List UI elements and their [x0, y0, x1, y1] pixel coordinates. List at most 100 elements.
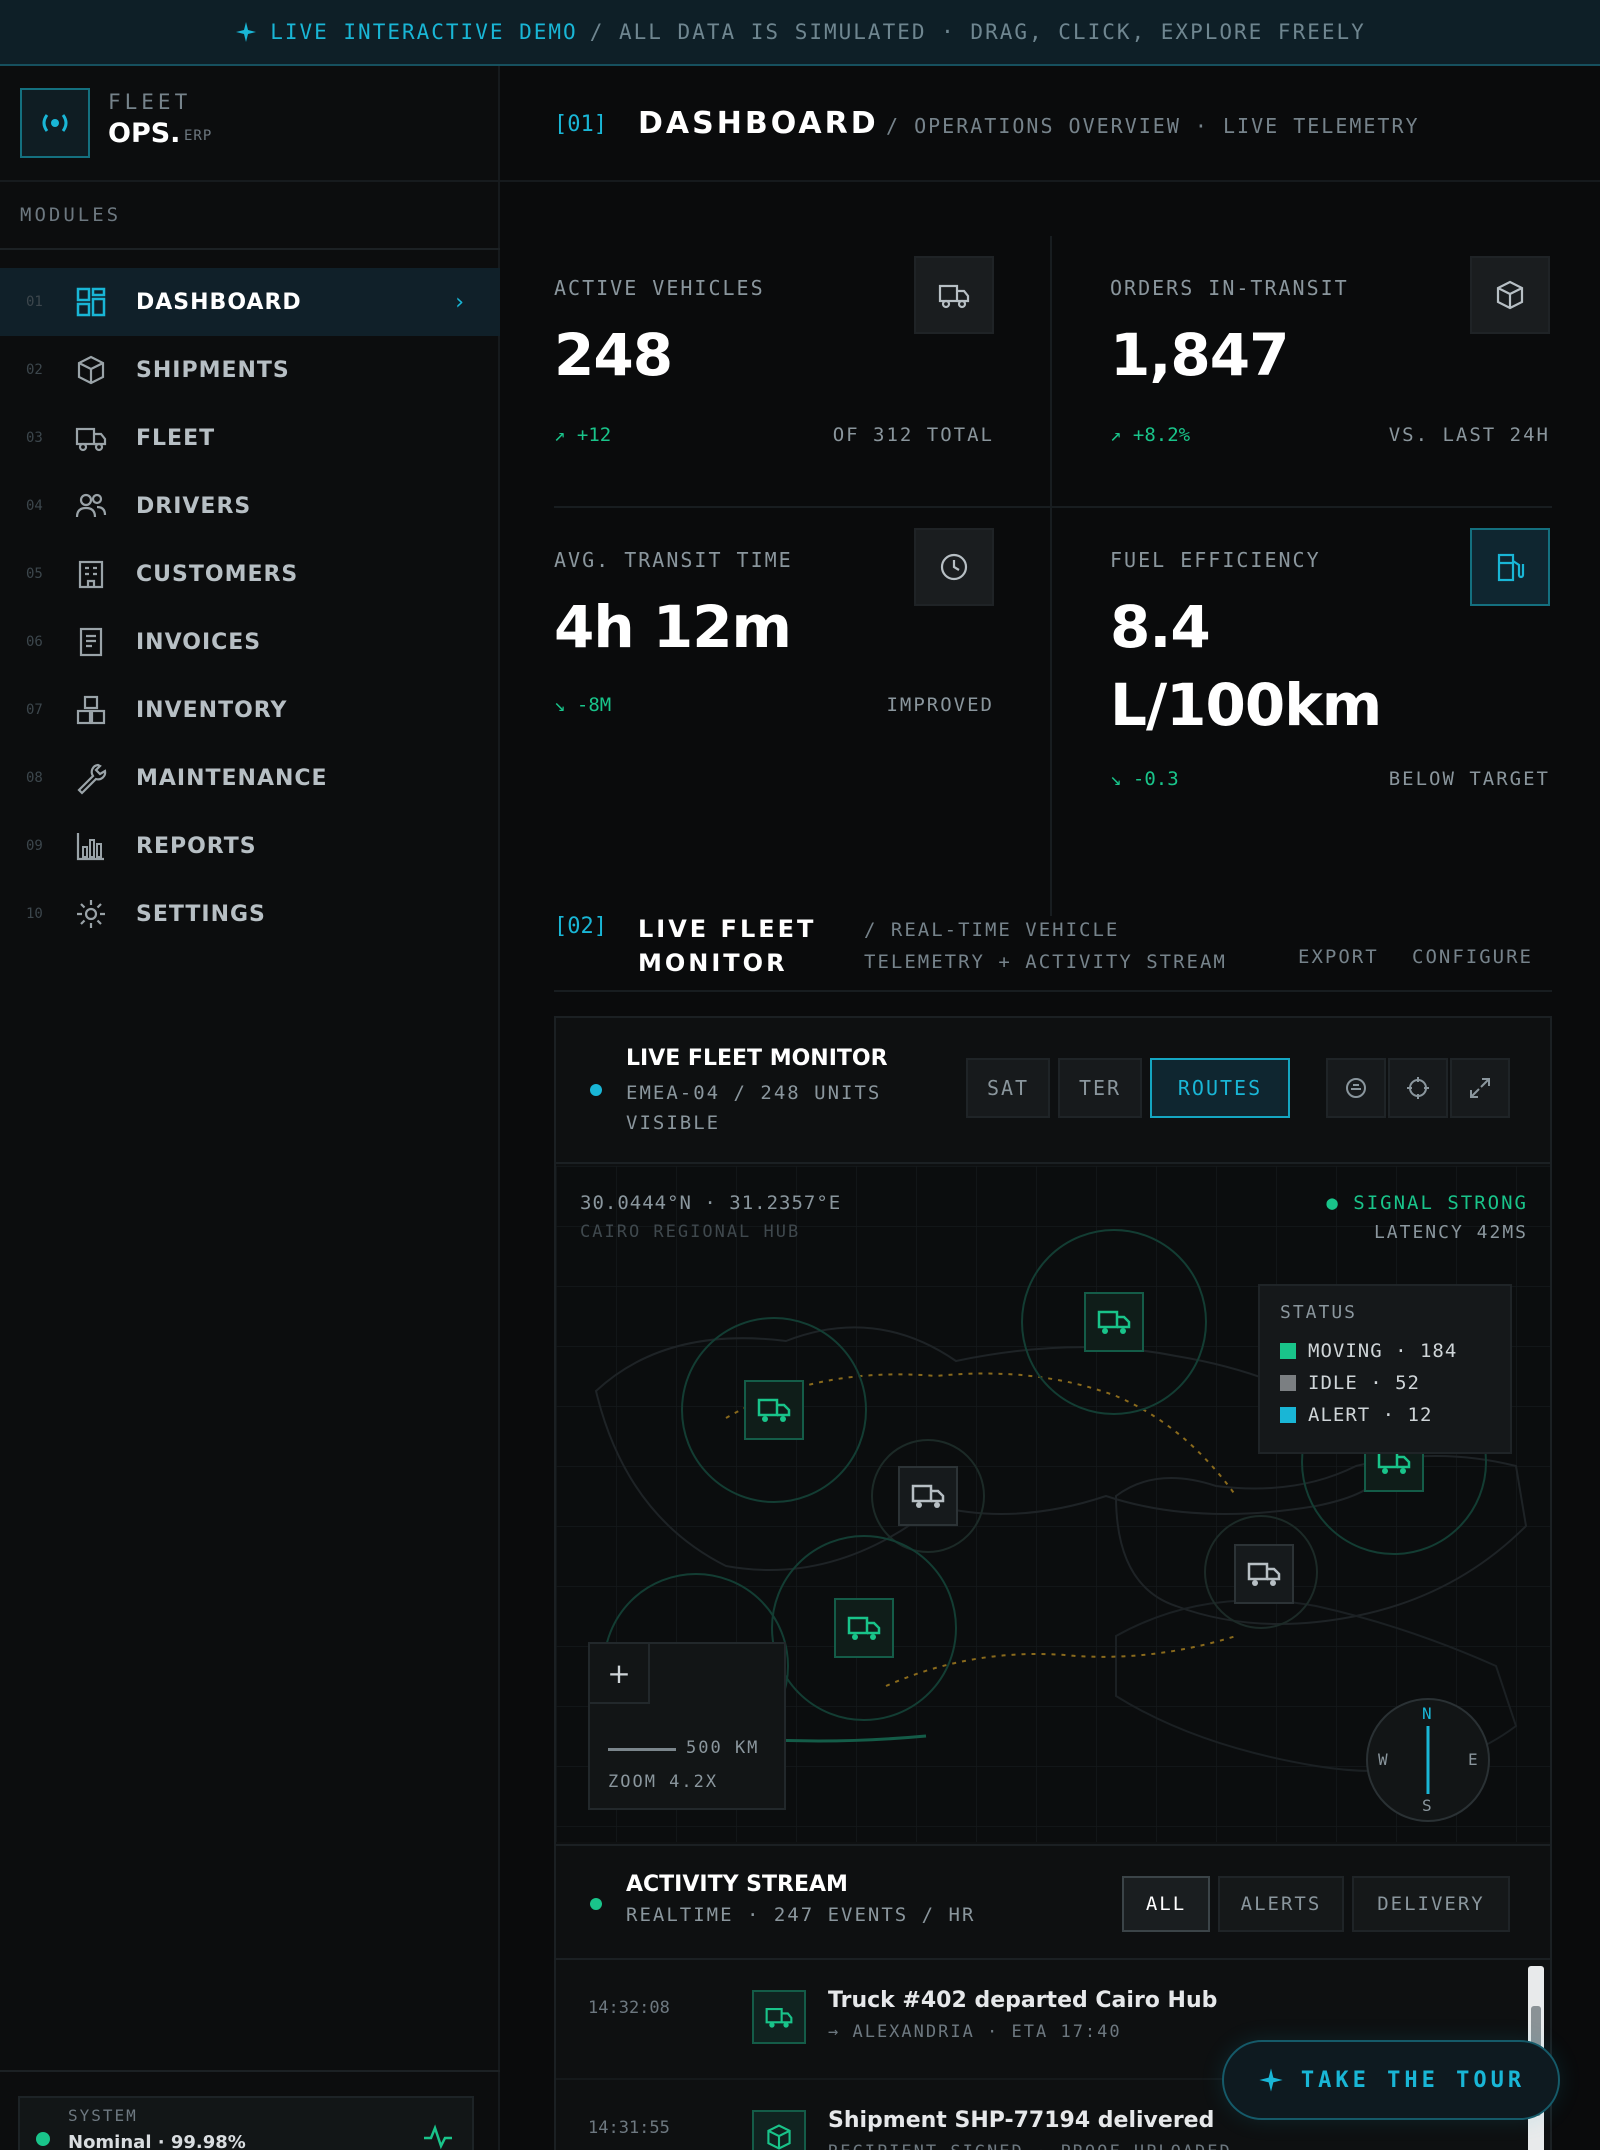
event-detail: RECIPIENT SIGNED · PROOF UPLOADED [828, 2142, 1232, 2150]
event-time: 14:31:55 [588, 2118, 670, 2138]
kpi-note: BELOW TARGET [1388, 768, 1550, 790]
kpi-note: VS. LAST 24H [1388, 424, 1550, 446]
vehicle-marker[interactable] [744, 1380, 804, 1440]
package-icon [1496, 280, 1524, 310]
sidebar-item-inventory[interactable]: 07 INVENTORY [0, 676, 500, 744]
fullscreen-button[interactable] [1450, 1058, 1510, 1118]
page-subtitle: / OPERATIONS OVERVIEW · LIVE TELEMETRY [886, 114, 1420, 138]
wrench-icon [77, 763, 107, 795]
vehicle-marker[interactable] [898, 1466, 958, 1526]
take-tour-button[interactable]: TAKE THE TOUR [1222, 2040, 1560, 2120]
clock-icon [940, 553, 968, 581]
map-coordinates: 30.0444°N · 31.2357°E [580, 1192, 842, 1214]
panel-title: LIVE FLEET MONITOR [626, 1046, 888, 1071]
sidebar-nav: 01 DASHBOARD › 02 SHIPMENTS 03 FLEET 04 … [0, 268, 500, 948]
main-content: [01] DASHBOARD / OPERATIONS OVERVIEW · L… [500, 66, 1600, 2150]
divider [1050, 236, 1052, 916]
legend-label: IDLE · 52 [1308, 1372, 1420, 1394]
zoom-in-button[interactable]: + [590, 1644, 650, 1704]
kpi-delta: ↘ -8M [554, 694, 612, 716]
sidebar-item-customers[interactable]: 05 CUSTOMERS [0, 540, 500, 608]
sparkle-icon [1259, 2068, 1283, 2092]
section-subtitle-line: / REAL-TIME VEHICLE [864, 919, 1120, 941]
section-tag: [01] [554, 112, 607, 137]
view-sat-button[interactable]: SAT [966, 1058, 1050, 1118]
nav-number: 03 [26, 430, 43, 446]
section-title-line: MONITOR [638, 949, 788, 977]
panel-header: LIVE FLEET MONITOR EMEA-04 / 248 UNITS V… [556, 1018, 1550, 1164]
gear-icon [77, 900, 105, 928]
fleet-monitor-panel: LIVE FLEET MONITOR EMEA-04 / 248 UNITS V… [554, 1016, 1552, 2150]
banner-highlight: LIVE INTERACTIVE DEMO [270, 20, 578, 44]
legend-swatch [1280, 1407, 1296, 1423]
map-hub-label: CAIRO REGIONAL HUB [580, 1222, 801, 1242]
demo-banner: LIVE INTERACTIVE DEMO / ALL DATA IS SIMU… [0, 0, 1600, 66]
status-caption: SYSTEM [68, 2106, 138, 2125]
vehicle-marker[interactable] [834, 1598, 894, 1658]
vehicle-marker[interactable] [1084, 1292, 1144, 1352]
compass[interactable]: N S E W [1366, 1698, 1490, 1822]
legend-item-alert: ALERT · 12 [1280, 1404, 1432, 1426]
sidebar-item-maintenance[interactable]: 08 MAINTENANCE [0, 744, 500, 812]
kpi-icon-box [1470, 528, 1550, 606]
configure-button[interactable]: CONFIGURE [1412, 946, 1533, 968]
nav-number: 01 [26, 294, 43, 310]
sidebar-item-invoices[interactable]: 06 INVOICES [0, 608, 500, 676]
sidebar-item-dashboard[interactable]: 01 DASHBOARD › [0, 268, 500, 336]
kpi-active-vehicles[interactable]: ACTIVE VEHICLES 248 ↗ +12 OF 312 TOTAL [554, 256, 994, 476]
sidebar-item-settings[interactable]: 10 SETTINGS [0, 880, 500, 948]
export-button[interactable]: EXPORT [1298, 946, 1379, 968]
kpi-value: 8.4 [1110, 593, 1211, 661]
status-value: Nominal · 99.98% [68, 2132, 246, 2150]
filter-all[interactable]: ALL [1122, 1876, 1210, 1932]
status-legend: STATUS MOVING · 184 IDLE · 52 ALERT · 12 [1258, 1284, 1512, 1454]
fuel-icon [1497, 553, 1525, 582]
scale-label: 500 KM [686, 1738, 760, 1758]
activity-pulse-icon [424, 2124, 452, 2150]
activity-subtitle: REALTIME · 247 EVENTS / HR [626, 1904, 976, 1926]
sidebar-item-label: SHIPMENTS [136, 357, 290, 383]
latency-readout: LATENCY 42MS [1373, 1222, 1528, 1243]
legend-label: ALERT · 12 [1308, 1404, 1433, 1426]
filter-alerts[interactable]: ALERTS [1218, 1876, 1344, 1932]
package-icon [77, 355, 105, 385]
sidebar-item-fleet[interactable]: 03 FLEET [0, 404, 500, 472]
locate-button[interactable] [1388, 1058, 1448, 1118]
truck-icon [938, 284, 970, 309]
section-title: LIVE FLEET MONITOR [638, 912, 816, 980]
live-indicator [590, 1898, 602, 1910]
filter-delivery[interactable]: DELIVERY [1352, 1876, 1510, 1932]
panel-subtitle: EMEA-04 / 248 UNITS VISIBLE [626, 1082, 882, 1134]
sidebar-item-shipments[interactable]: 02 SHIPMENTS [0, 336, 500, 404]
sidebar-item-label: INVOICES [136, 629, 262, 655]
legend-swatch [1280, 1343, 1296, 1359]
invoice-icon [79, 627, 103, 657]
section-subtitle-line: TELEMETRY + ACTIVITY STREAM [864, 951, 1227, 973]
kpi-orders-in-transit[interactable]: ORDERS IN-TRANSIT 1,847 ↗ +8.2% VS. LAST… [1110, 256, 1550, 476]
brand-small: FLEET [108, 90, 192, 114]
bar-chart-icon [76, 833, 104, 861]
kpi-grid: ACTIVE VEHICLES 248 ↗ +12 OF 312 TOTAL O… [554, 236, 1552, 916]
sidebar-item-label: FLEET [136, 425, 216, 451]
kpi-fuel-efficiency[interactable]: FUEL EFFICIENCY 8.4 L/100km ↘ -0.3 BELOW… [1110, 528, 1550, 858]
nav-number: 06 [26, 634, 43, 650]
kpi-note: OF 312 TOTAL [832, 424, 994, 446]
layers-button[interactable] [1326, 1058, 1386, 1118]
brand[interactable]: FLEET OPS. ERP [0, 66, 500, 182]
legend-item-moving: MOVING · 184 [1280, 1340, 1457, 1362]
fleet-map[interactable]: 30.0444°N · 31.2357°E CAIRO REGIONAL HUB… [556, 1166, 1550, 1842]
legend-title: STATUS [1280, 1302, 1358, 1323]
sidebar-item-drivers[interactable]: 04 DRIVERS [0, 472, 500, 540]
target-icon [1407, 1077, 1429, 1099]
vehicle-marker[interactable] [1234, 1544, 1294, 1604]
kpi-avg-transit-time[interactable]: AVG. TRANSIT TIME 4h 12m ↘ -8M IMPROVED [554, 528, 994, 748]
system-status[interactable]: SYSTEM Nominal · 99.98% [18, 2096, 474, 2150]
scale-bar [608, 1748, 676, 1751]
event-title: Shipment SHP-77194 delivered [828, 2108, 1215, 2133]
view-routes-button[interactable]: ROUTES [1150, 1058, 1290, 1118]
signal-icon [42, 114, 68, 132]
kpi-delta: ↘ -0.3 [1110, 768, 1179, 790]
sidebar-item-reports[interactable]: 09 REPORTS [0, 812, 500, 880]
view-ter-button[interactable]: TER [1058, 1058, 1142, 1118]
sidebar-item-label: DRIVERS [136, 493, 252, 519]
